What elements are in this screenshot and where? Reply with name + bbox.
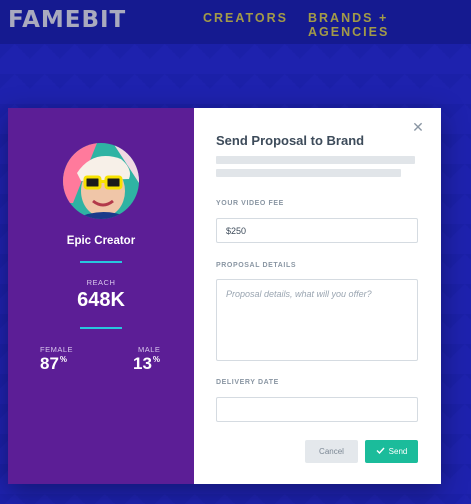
- male-stat: 13%: [133, 354, 160, 374]
- modal-title: Send Proposal to Brand: [216, 133, 365, 148]
- brand-info-placeholder-line: [216, 156, 415, 164]
- female-value: 87: [40, 354, 59, 373]
- close-icon[interactable]: ✕: [411, 120, 425, 134]
- reach-value: 648K: [77, 289, 125, 311]
- profile-divider-bottom: [80, 327, 122, 329]
- reach-label: REACH: [86, 278, 116, 287]
- creator-profile-panel: Epic Creator REACH 648K FEMALE 87% MALE …: [8, 108, 194, 484]
- male-label: MALE: [138, 345, 161, 354]
- male-value: 13: [133, 354, 152, 373]
- proposal-details-textarea[interactable]: [216, 279, 418, 361]
- delivery-date-input[interactable]: [216, 397, 418, 422]
- female-percent-symbol: %: [59, 355, 68, 364]
- send-button-label: Send: [388, 447, 408, 456]
- delivery-date-label: DELIVERY DATE: [216, 379, 279, 386]
- male-percent-symbol: %: [152, 355, 161, 364]
- female-stat: 87%: [40, 354, 67, 374]
- video-fee-input[interactable]: [216, 218, 418, 243]
- send-button[interactable]: Send: [365, 440, 418, 463]
- avatar: [63, 143, 139, 219]
- video-fee-label: YOUR VIDEO FEE: [216, 200, 284, 207]
- proposal-details-label: PROPOSAL DETAILS: [216, 262, 297, 269]
- brand-info-placeholder-line: [216, 169, 401, 177]
- female-label: FEMALE: [40, 345, 74, 354]
- proposal-modal: Epic Creator REACH 648K FEMALE 87% MALE …: [8, 108, 441, 484]
- creator-name: Epic Creator: [66, 235, 136, 247]
- check-icon: [376, 447, 385, 456]
- proposal-form-panel: Send Proposal to Brand ✕ YOUR VIDEO FEE …: [194, 108, 441, 484]
- cancel-button[interactable]: Cancel: [305, 440, 358, 463]
- profile-divider-top: [80, 261, 122, 263]
